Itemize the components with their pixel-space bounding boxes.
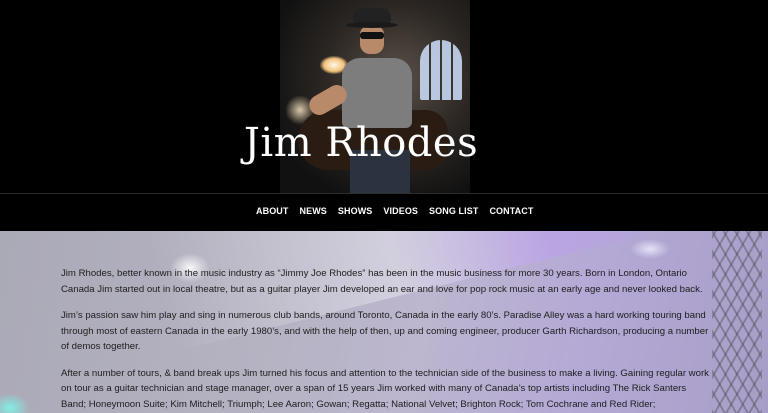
about-text: Jim Rhodes, better known in the music in… [61,266,711,413]
nav-item-about[interactable]: ABOUT [256,206,289,216]
nav-item-song-list[interactable]: SONG LIST [429,206,478,216]
about-section: Jim Rhodes, better known in the music in… [0,231,768,413]
background-light-spot [0,393,30,413]
nav-item-videos[interactable]: VIDEOS [383,206,418,216]
sunglasses [360,32,384,39]
performer-face [360,26,384,54]
arched-window [420,40,462,100]
nav-item-contact[interactable]: CONTACT [489,206,533,216]
background-light-spot [630,239,670,259]
about-paragraph: Jim Rhodes, better known in the music in… [61,268,703,295]
about-paragraph: Jim’s passion saw him play and sing in n… [61,310,709,352]
nav-item-shows[interactable]: SHOWS [338,206,373,216]
hat-brim [346,22,398,28]
site-header: Jim Rhodes [0,0,768,193]
nav-item-news[interactable]: NEWS [300,206,327,216]
performer-shirt [342,58,412,128]
background-lighting-truss [712,231,762,413]
main-nav: ABOUT NEWS SHOWS VIDEOS SONG LIST CONTAC… [0,193,768,232]
about-paragraph: After a number of tours, & band break up… [61,367,709,410]
site-title[interactable]: Jim Rhodes [0,120,716,166]
